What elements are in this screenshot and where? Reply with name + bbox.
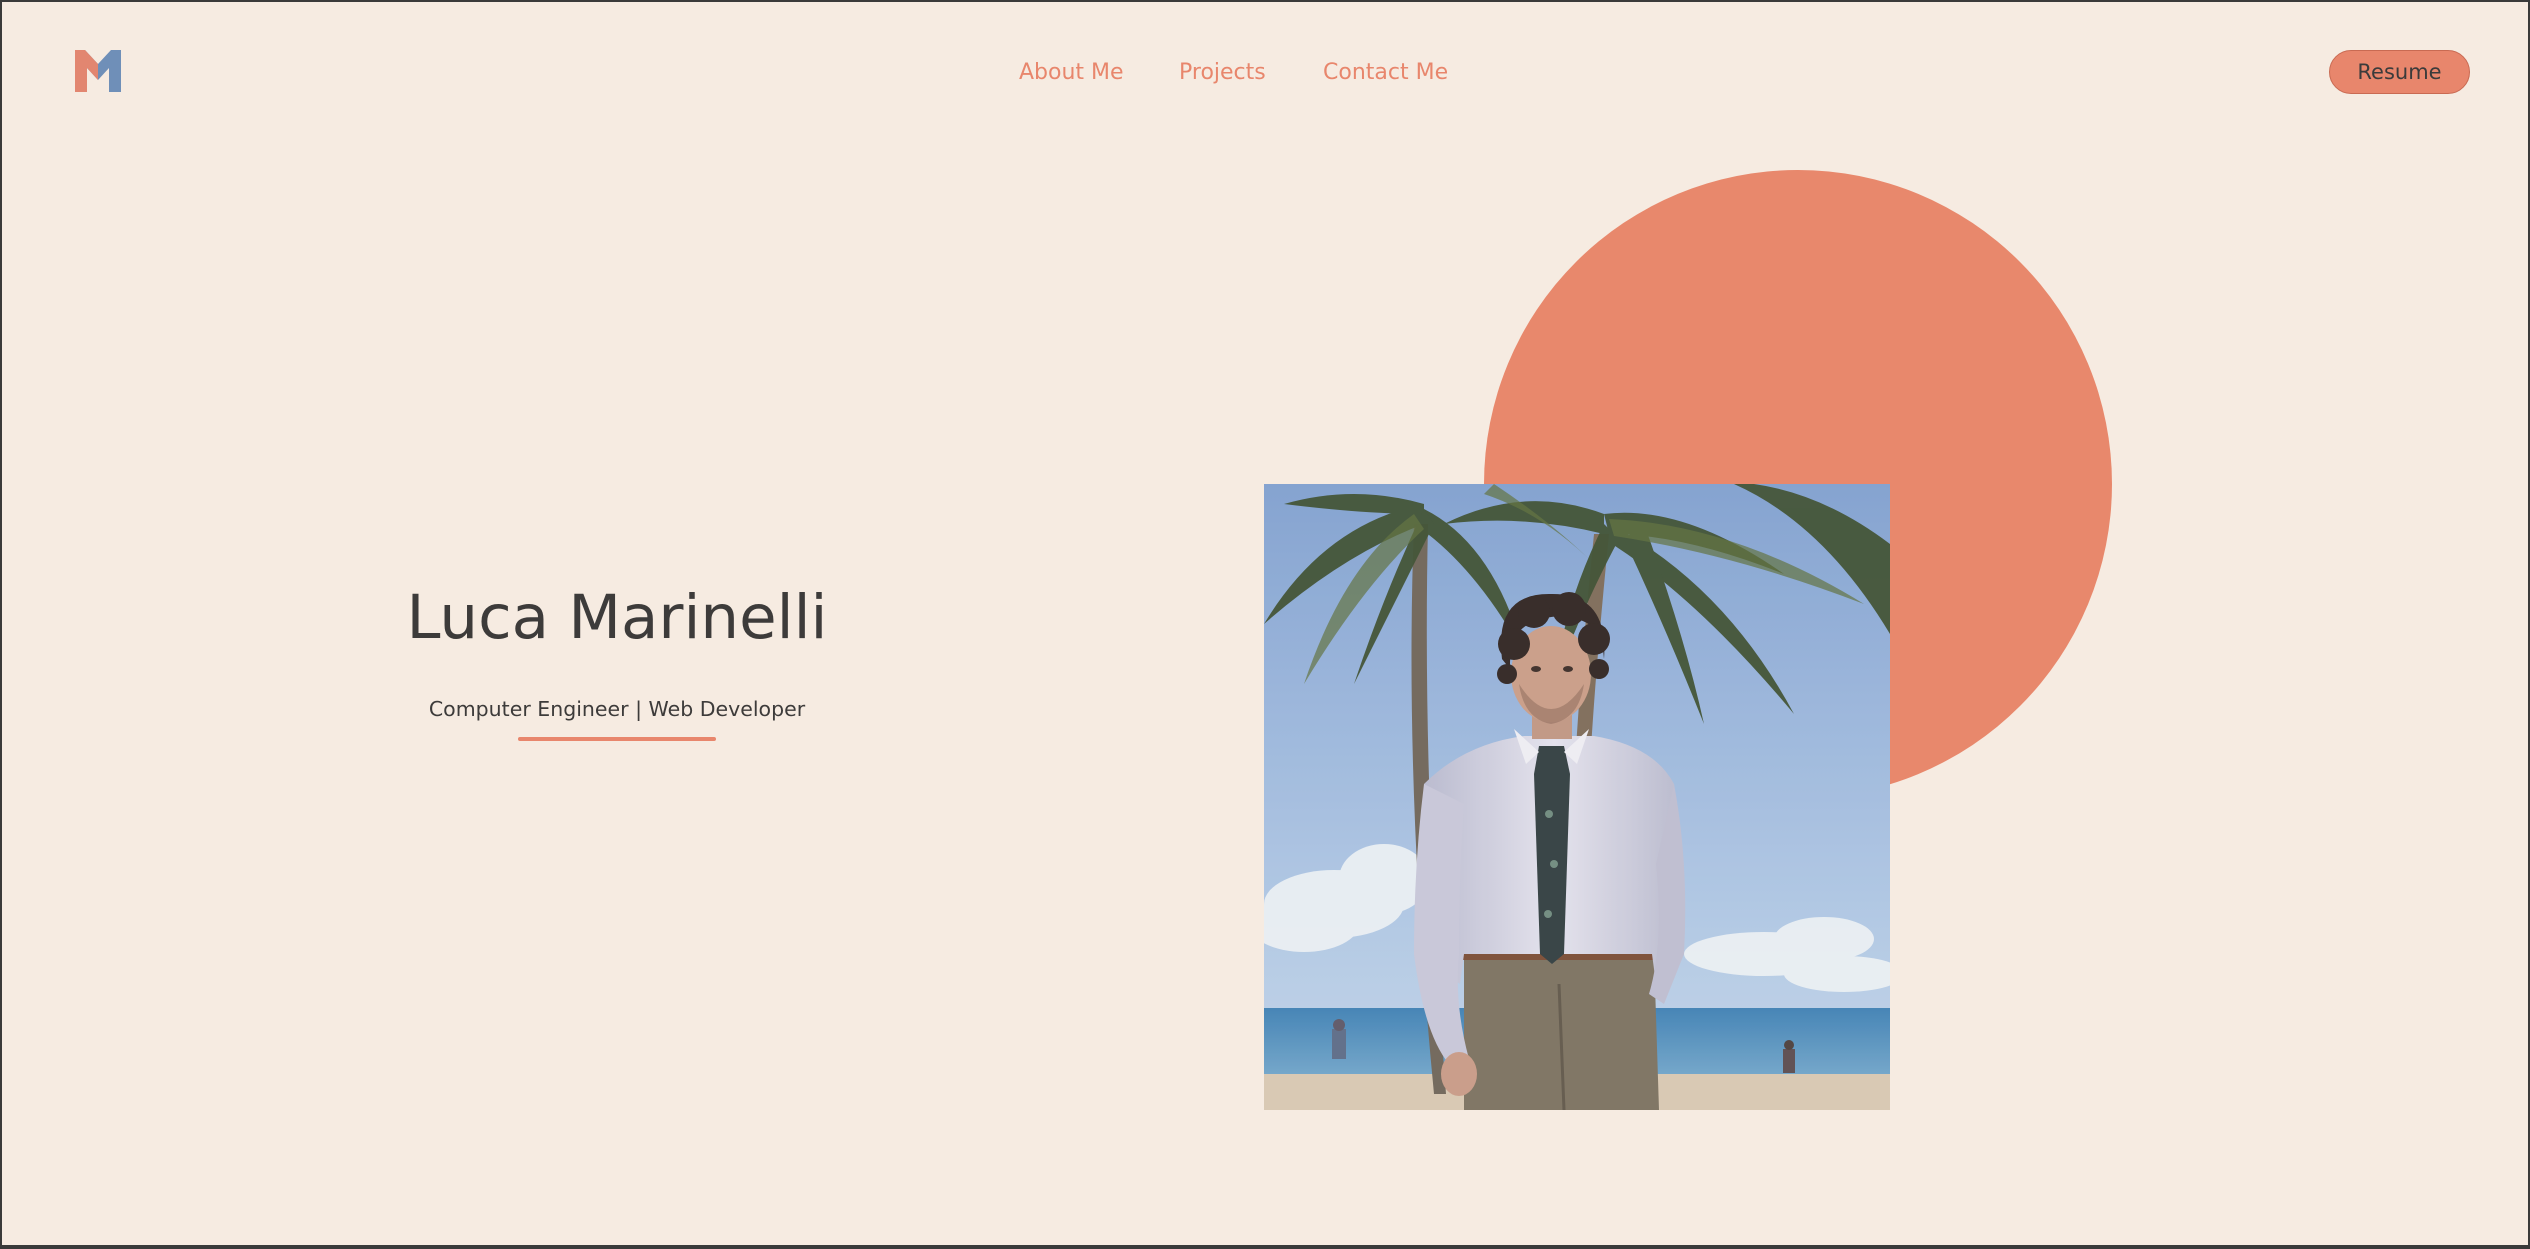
nav-link-projects[interactable]: Projects — [1179, 58, 1266, 88]
page: About Me Projects Contact Me Resume Luca… — [2, 2, 2528, 1245]
main-nav: About Me Projects Contact Me — [2, 58, 2528, 88]
nav-link-about-me[interactable]: About Me — [1019, 58, 1124, 88]
subtitle-underline — [518, 737, 716, 741]
resume-button[interactable]: Resume — [2329, 50, 2470, 94]
hero-name: Luca Marinelli — [406, 582, 828, 653]
hero-subtitle: Computer Engineer | Web Developer — [428, 697, 806, 721]
nav-link-contact-me[interactable]: Contact Me — [1323, 58, 1448, 88]
portrait-photo — [1264, 484, 1890, 1110]
